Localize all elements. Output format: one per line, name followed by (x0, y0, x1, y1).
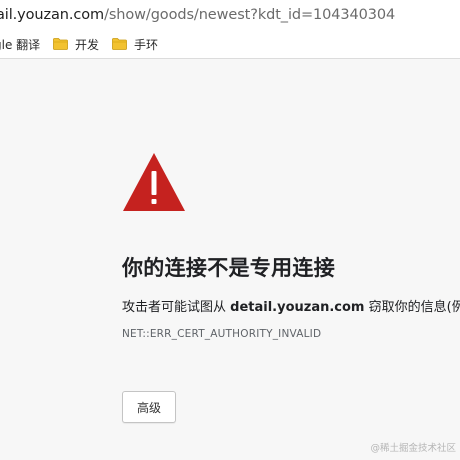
address-bar[interactable]: ail.youzan.com/show/goods/newest?kdt_id=… (0, 0, 460, 30)
bookmarks-bar: gle 翻译 开发 手环 (0, 30, 460, 59)
url-text[interactable]: ail.youzan.com/show/goods/newest?kdt_id=… (0, 6, 395, 24)
description-domain: detail.youzan.com (230, 300, 365, 315)
description-prefix: 攻击者可能试图从 (122, 300, 231, 315)
browser-window: ail.youzan.com/show/goods/newest?kdt_id=… (0, 0, 460, 460)
folder-icon (112, 38, 127, 50)
bookmark-label: 开发 (75, 37, 100, 52)
advanced-button[interactable]: 高级 (122, 391, 176, 423)
warning-triangle-icon (123, 153, 185, 211)
url-domain: ail.youzan.com (0, 7, 105, 23)
page-title: 你的连接不是专用连接 (122, 256, 335, 280)
folder-icon (53, 38, 68, 50)
bookmark-google-translate[interactable]: gle 翻译 (0, 36, 40, 52)
bookmark-folder-band[interactable]: 手环 (112, 36, 158, 52)
privacy-error-page: 你的连接不是专用连接 攻击者可能试图从 detail.youzan.com 窃取… (0, 59, 460, 460)
bookmark-label: gle 翻译 (0, 37, 41, 52)
error-code[interactable]: NET::ERR_CERT_AUTHORITY_INVALID (122, 328, 321, 340)
bookmark-folder-dev[interactable]: 开发 (53, 36, 99, 52)
description-suffix: 窃取你的信息(例如, (368, 300, 460, 315)
bookmark-label: 手环 (134, 37, 159, 52)
watermark: @稀土掘金技术社区 (370, 443, 456, 454)
url-path: /show/goods/newest?kdt_id=104340304 (104, 7, 396, 23)
error-description: 攻击者可能试图从 detail.youzan.com 窃取你的信息(例如, (122, 296, 460, 315)
